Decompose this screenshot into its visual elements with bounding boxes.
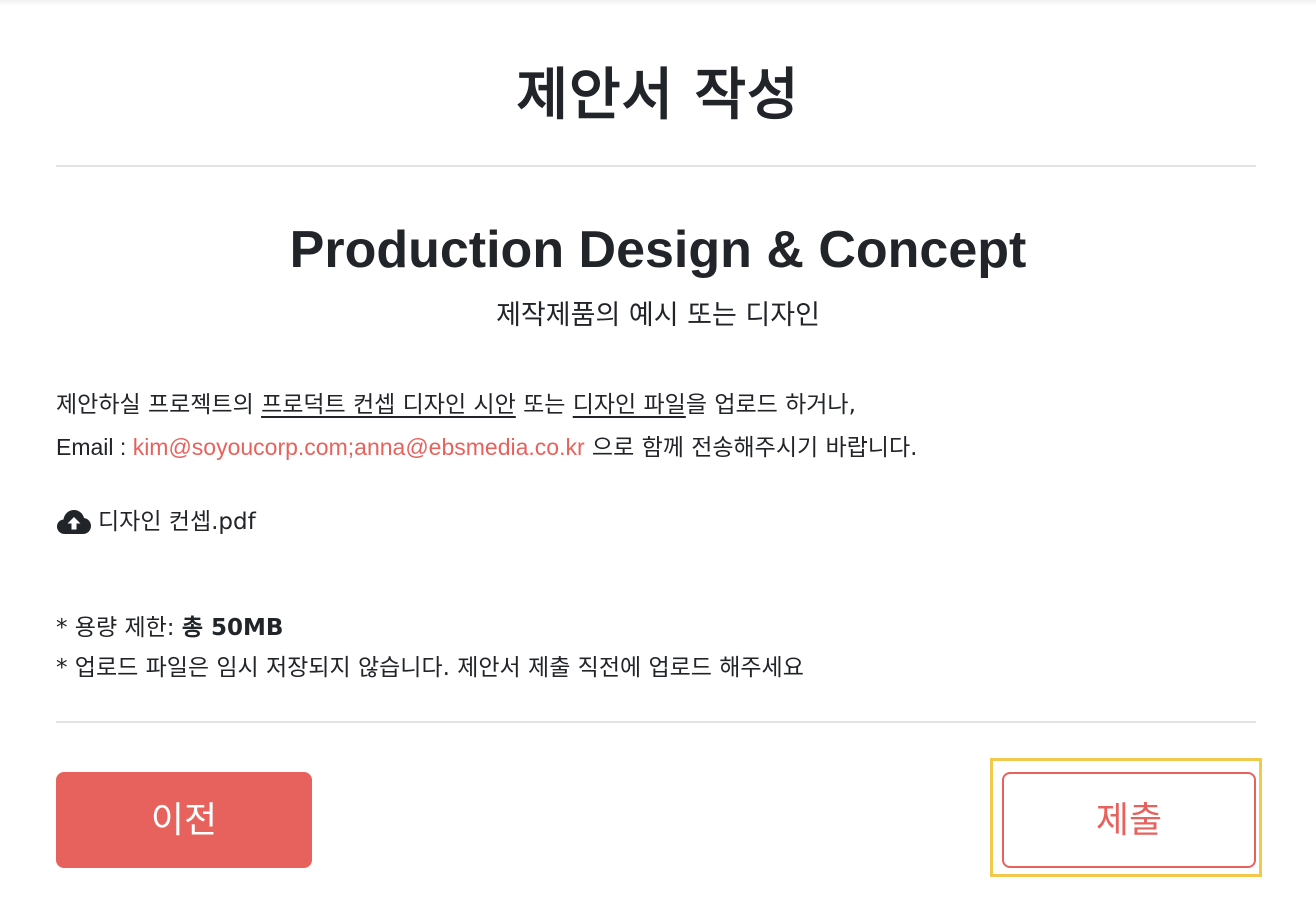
cloud-upload-icon bbox=[56, 508, 92, 536]
prev-button[interactable]: 이전 bbox=[56, 772, 312, 868]
proposal-page: 제안서 작성 Production Design & Concept 제작제품의… bbox=[0, 0, 1316, 918]
page-title: 제안서 작성 bbox=[516, 63, 800, 128]
email-suffix: 으로 함께 전송해주시기 바랍니다. bbox=[584, 435, 918, 461]
concept-design-link[interactable]: 프로덕트 컨셉 디자인 시안 bbox=[261, 392, 516, 418]
divider-top bbox=[56, 165, 1256, 167]
capacity-label: * 용량 제한: bbox=[56, 615, 182, 641]
description-middle: 또는 bbox=[515, 392, 573, 418]
temp-save-note: * 업로드 파일은 임시 저장되지 않습니다. 제안서 제출 직전에 업로드 해… bbox=[56, 655, 804, 681]
email-label: Email : bbox=[56, 434, 133, 460]
section-title: Production Design & Concept bbox=[289, 221, 1027, 279]
email-link[interactable]: kim@soyoucorp.com;anna@ebsmedia.co.kr bbox=[133, 434, 585, 460]
submit-button[interactable]: 제출 bbox=[1002, 772, 1256, 868]
capacity-value: 총 50MB bbox=[181, 615, 284, 641]
divider-bottom bbox=[56, 721, 1256, 723]
description-prefix: 제안하실 프로젝트의 bbox=[56, 392, 262, 418]
top-shadow bbox=[0, 0, 1316, 6]
file-upload[interactable]: 디자인 컨셉.pdf bbox=[56, 505, 256, 539]
capacity-note: * 용량 제한: 총 50MB bbox=[56, 612, 283, 644]
section-subtitle: 제작제품의 예시 또는 디자인 bbox=[496, 300, 820, 331]
description-line-2: Email : kim@soyoucorp.com;anna@ebsmedia.… bbox=[56, 431, 917, 464]
description-suffix: 을 업로드 하거나, bbox=[685, 392, 856, 418]
design-file-link[interactable]: 디자인 파일 bbox=[573, 392, 686, 418]
description-line-1: 제안하실 프로젝트의 프로덕트 컨셉 디자인 시안 또는 디자인 파일을 업로드… bbox=[56, 389, 856, 421]
uploaded-file-name: 디자인 컨셉.pdf bbox=[98, 509, 256, 535]
